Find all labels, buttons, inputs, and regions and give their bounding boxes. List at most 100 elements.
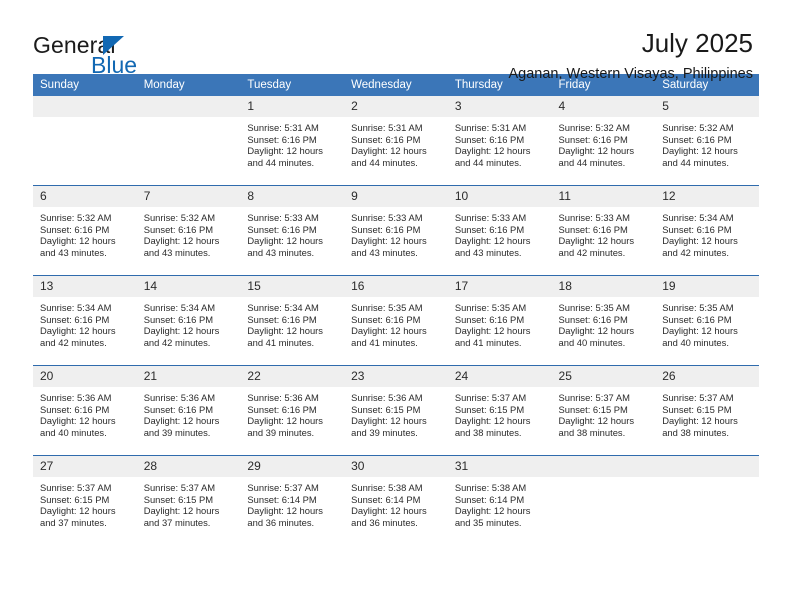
sunrise-text: Sunrise: 5:33 AM — [351, 212, 423, 223]
sunrise-text: Sunrise: 5:36 AM — [247, 392, 319, 403]
day-number: 29 — [240, 456, 345, 477]
daylight-text: Daylight: 12 hours and 43 minutes. — [143, 235, 220, 258]
daylight-text: Daylight: 12 hours and 43 minutes. — [454, 235, 531, 258]
calendar-day-cell[interactable]: 11 Sunrise: 5:33 AM Sunset: 6:16 PM Dayligh… — [551, 185, 656, 276]
daylight-text: Daylight: 12 hours and 38 minutes. — [558, 415, 635, 438]
sunset-text: Sunset: 6:15 PM — [143, 493, 214, 505]
day-number: 31 — [447, 456, 552, 477]
calendar-day-cell[interactable]: 23 Sunrise: 5:36 AM Sunset: 6:15 PM Dayligh… — [344, 365, 448, 456]
sunrise-text: Sunrise: 5:34 AM — [662, 212, 734, 223]
calendar-day-cell[interactable]: 4 Sunrise: 5:32 AM Sunset: 6:16 PM Daylight… — [551, 96, 656, 186]
calendar-day-cell[interactable]: 6 Sunrise: 5:32 AM Sunset: 6:16 PM Daylight… — [33, 185, 137, 276]
calendar-day-cell[interactable]: 1 Sunrise: 5:31 AM Sunset: 6:16 PM Daylight… — [240, 96, 345, 186]
sunset-text: Sunset: 6:16 PM — [143, 223, 214, 235]
calendar-day-cell[interactable]: 31 Sunrise: 5:38 AM Sunset: 6:14 PM Dayligh… — [447, 455, 552, 545]
day-details: Sunrise: 5:33 AM Sunset: 6:16 PM Daylight:… — [344, 207, 448, 258]
sunset-text: Sunset: 6:16 PM — [143, 403, 214, 415]
calendar-day-cell[interactable]: 28 Sunrise: 5:37 AM Sunset: 6:15 PM Dayligh… — [136, 455, 241, 545]
sunrise-text: Sunrise: 5:32 AM — [40, 212, 112, 223]
calendar-day-cell[interactable]: 2 Sunrise: 5:31 AM Sunset: 6:16 PM Daylight… — [344, 96, 448, 186]
daylight-text: Daylight: 12 hours and 41 minutes. — [351, 325, 427, 348]
calendar-day-cell[interactable]: 18 Sunrise: 5:35 AM Sunset: 6:16 PM Dayligh… — [551, 275, 656, 366]
calendar-day-cell[interactable]: 15 Sunrise: 5:34 AM Sunset: 6:16 PM Dayligh… — [240, 275, 345, 366]
day-details: Sunrise: 5:35 AM Sunset: 6:16 PM Daylight:… — [344, 297, 448, 348]
sunset-text: Sunset: 6:16 PM — [558, 223, 628, 235]
sunset-text: Sunset: 6:16 PM — [351, 133, 421, 145]
calendar-day-cell[interactable]: 3 Sunrise: 5:31 AM Sunset: 6:16 PM Daylight… — [447, 96, 552, 186]
calendar-day-cell[interactable]: 27 Sunrise: 5:37 AM Sunset: 6:15 PM Dayligh… — [33, 455, 137, 545]
sunrise-text: Sunrise: 5:35 AM — [662, 302, 734, 313]
daylight-text: Daylight: 12 hours and 39 minutes. — [143, 415, 220, 438]
sunset-text: Sunset: 6:16 PM — [351, 313, 421, 325]
day-details: Sunrise: 5:36 AM Sunset: 6:16 PM Daylight:… — [240, 387, 344, 438]
day-number: 19 — [655, 276, 759, 297]
day-details: Sunrise: 5:37 AM Sunset: 6:15 PM Daylight:… — [448, 387, 552, 438]
calendar-day-cell[interactable]: 17 Sunrise: 5:35 AM Sunset: 6:16 PM Dayligh… — [447, 275, 552, 366]
day-details: Sunrise: 5:34 AM Sunset: 6:16 PM Daylight:… — [240, 297, 344, 348]
day-details: Sunrise: 5:37 AM Sunset: 6:15 PM Daylight:… — [655, 387, 759, 438]
sunrise-text: Sunrise: 5:33 AM — [454, 212, 527, 223]
day-number: 20 — [33, 366, 137, 387]
calendar-day-cell[interactable]: 25 Sunrise: 5:37 AM Sunset: 6:15 PM Dayligh… — [551, 365, 656, 456]
title-block: July 2025 Aganan, Western Visayas, Phili… — [509, 28, 760, 82]
calendar-day-cell[interactable]: 7 Sunrise: 5:32 AM Sunset: 6:16 PM Daylight… — [136, 185, 241, 276]
sunrise-text: Sunrise: 5:32 AM — [143, 212, 216, 223]
daylight-text: Daylight: 12 hours and 42 minutes. — [143, 325, 220, 348]
sunrise-text: Sunrise: 5:33 AM — [558, 212, 630, 223]
calendar-week-row: 1 Sunrise: 5:31 AM Sunset: 6:16 PM Daylight… — [33, 96, 759, 186]
day-details: Sunrise: 5:36 AM Sunset: 6:15 PM Daylight:… — [344, 387, 448, 438]
day-details: Sunrise: 5:37 AM Sunset: 6:15 PM Daylight:… — [552, 387, 656, 438]
calendar-day-cell[interactable]: 13 Sunrise: 5:34 AM Sunset: 6:16 PM Dayligh… — [33, 275, 137, 366]
page-title: July 2025 — [641, 28, 753, 58]
calendar-day-cell[interactable]: 24 Sunrise: 5:37 AM Sunset: 6:15 PM Dayligh… — [447, 365, 552, 456]
calendar-day-cell[interactable]: 21 Sunrise: 5:36 AM Sunset: 6:16 PM Dayligh… — [136, 365, 241, 456]
day-details: Sunrise: 5:35 AM Sunset: 6:16 PM Daylight:… — [448, 297, 552, 348]
calendar-cell-empty — [551, 455, 656, 545]
daylight-text: Daylight: 12 hours and 36 minutes. — [247, 505, 323, 528]
day-details: Sunrise: 5:33 AM Sunset: 6:16 PM Daylight:… — [240, 207, 344, 258]
calendar-day-cell[interactable]: 10 Sunrise: 5:33 AM Sunset: 6:16 PM Dayligh… — [447, 185, 552, 276]
sunset-text: Sunset: 6:16 PM — [454, 133, 525, 145]
daylight-text: Daylight: 12 hours and 38 minutes. — [454, 415, 531, 438]
calendar-day-cell[interactable]: 16 Sunrise: 5:35 AM Sunset: 6:16 PM Dayligh… — [344, 275, 448, 366]
day-number: 28 — [136, 456, 241, 477]
daylight-text: Daylight: 12 hours and 36 minutes. — [351, 505, 427, 528]
day-number — [33, 96, 137, 117]
daylight-text: Daylight: 12 hours and 39 minutes. — [351, 415, 427, 438]
generalblue-logo[interactable]: General Blue — [33, 30, 163, 78]
calendar-day-cell[interactable]: 5 Sunrise: 5:32 AM Sunset: 6:16 PM Daylight… — [655, 96, 759, 186]
calendar-day-cell[interactable]: 12 Sunrise: 5:34 AM Sunset: 6:16 PM Dayligh… — [655, 185, 759, 276]
sunrise-sunset-calendar: Sunday Monday Tuesday Wednesday Thursday Frid… — [33, 74, 759, 545]
calendar-day-cell[interactable]: 8 Sunrise: 5:33 AM Sunset: 6:16 PM Daylight… — [240, 185, 345, 276]
day-details: Sunrise: 5:34 AM Sunset: 6:16 PM Daylight:… — [137, 297, 241, 348]
calendar-day-cell[interactable]: 22 Sunrise: 5:36 AM Sunset: 6:16 PM Dayligh… — [240, 365, 345, 456]
sunset-text: Sunset: 6:16 PM — [662, 313, 732, 325]
day-details: Sunrise: 5:31 AM Sunset: 6:16 PM Daylight:… — [240, 117, 344, 168]
day-number: 3 — [447, 96, 552, 117]
sunset-text: Sunset: 6:16 PM — [454, 313, 525, 325]
calendar-day-cell[interactable]: 9 Sunrise: 5:33 AM Sunset: 6:16 PM Daylight… — [344, 185, 448, 276]
daylight-text: Daylight: 12 hours and 43 minutes. — [247, 235, 323, 258]
calendar-day-cell[interactable]: 30 Sunrise: 5:38 AM Sunset: 6:14 PM Dayligh… — [344, 455, 448, 545]
sunrise-text: Sunrise: 5:36 AM — [143, 392, 216, 403]
calendar-cell-empty — [655, 455, 759, 545]
day-details: Sunrise: 5:31 AM Sunset: 6:16 PM Daylight:… — [344, 117, 448, 168]
calendar-day-cell[interactable]: 20 Sunrise: 5:36 AM Sunset: 6:16 PM Dayligh… — [33, 365, 137, 456]
day-number: 27 — [33, 456, 137, 477]
day-details: Sunrise: 5:32 AM Sunset: 6:16 PM Daylight:… — [33, 207, 137, 258]
day-number: 16 — [344, 276, 448, 297]
day-details: Sunrise: 5:35 AM Sunset: 6:16 PM Daylight:… — [655, 297, 759, 348]
calendar-day-cell[interactable]: 29 Sunrise: 5:37 AM Sunset: 6:14 PM Dayligh… — [240, 455, 345, 545]
calendar-day-cell[interactable]: 19 Sunrise: 5:35 AM Sunset: 6:16 PM Dayligh… — [655, 275, 759, 366]
day-details: Sunrise: 5:38 AM Sunset: 6:14 PM Daylight:… — [448, 477, 552, 528]
calendar-week-row: 13 Sunrise: 5:34 AM Sunset: 6:16 PM Dayligh… — [33, 275, 759, 366]
day-number: 13 — [33, 276, 137, 297]
sunrise-text: Sunrise: 5:32 AM — [558, 122, 630, 133]
day-details: Sunrise: 5:32 AM Sunset: 6:16 PM Daylight:… — [137, 207, 241, 258]
sunset-text: Sunset: 6:15 PM — [454, 403, 525, 415]
day-number: 26 — [655, 366, 759, 387]
calendar-day-cell[interactable]: 14 Sunrise: 5:34 AM Sunset: 6:16 PM Dayligh… — [136, 275, 241, 366]
day-number: 12 — [655, 186, 759, 207]
calendar-day-cell[interactable]: 26 Sunrise: 5:37 AM Sunset: 6:15 PM Dayligh… — [655, 365, 759, 456]
sunrise-text: Sunrise: 5:37 AM — [558, 392, 630, 403]
